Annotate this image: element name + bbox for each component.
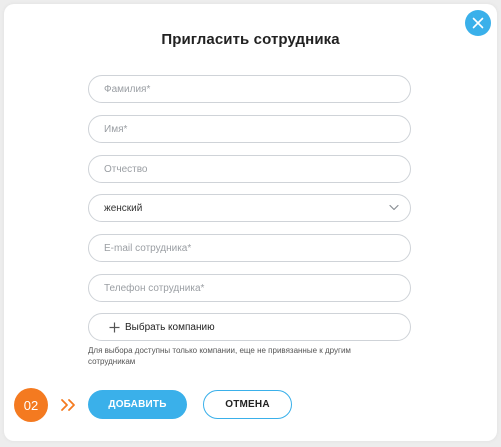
chevron-down-icon bbox=[389, 204, 399, 211]
email-field[interactable] bbox=[88, 234, 411, 262]
step-badge: 02 bbox=[14, 388, 48, 422]
invite-employee-dialog bbox=[4, 4, 497, 441]
dialog-title: Пригласить сотрудника bbox=[161, 31, 340, 48]
select-company-label: Выбрать компанию bbox=[125, 321, 215, 333]
gender-select[interactable]: женский bbox=[88, 194, 411, 222]
middle-name-field[interactable] bbox=[88, 155, 411, 183]
first-name-field[interactable] bbox=[88, 115, 411, 143]
company-hint-text: Для выбора доступны только компании, еще… bbox=[88, 346, 351, 366]
middle-name-input[interactable] bbox=[104, 163, 384, 175]
double-chevron-right-icon bbox=[61, 399, 75, 411]
add-button[interactable]: ДОБАВИТЬ bbox=[88, 390, 187, 419]
close-icon bbox=[472, 17, 484, 29]
gender-select-value: женский bbox=[104, 202, 143, 214]
phone-input[interactable] bbox=[104, 282, 384, 294]
cancel-button[interactable]: ОТМЕНА bbox=[203, 390, 292, 419]
phone-field[interactable] bbox=[88, 274, 411, 302]
select-company-button[interactable]: Выбрать компанию bbox=[88, 313, 411, 341]
email-input[interactable] bbox=[104, 242, 384, 254]
last-name-field[interactable] bbox=[88, 75, 411, 103]
first-name-input[interactable] bbox=[104, 123, 384, 135]
plus-icon bbox=[109, 322, 120, 333]
last-name-input[interactable] bbox=[104, 83, 384, 95]
